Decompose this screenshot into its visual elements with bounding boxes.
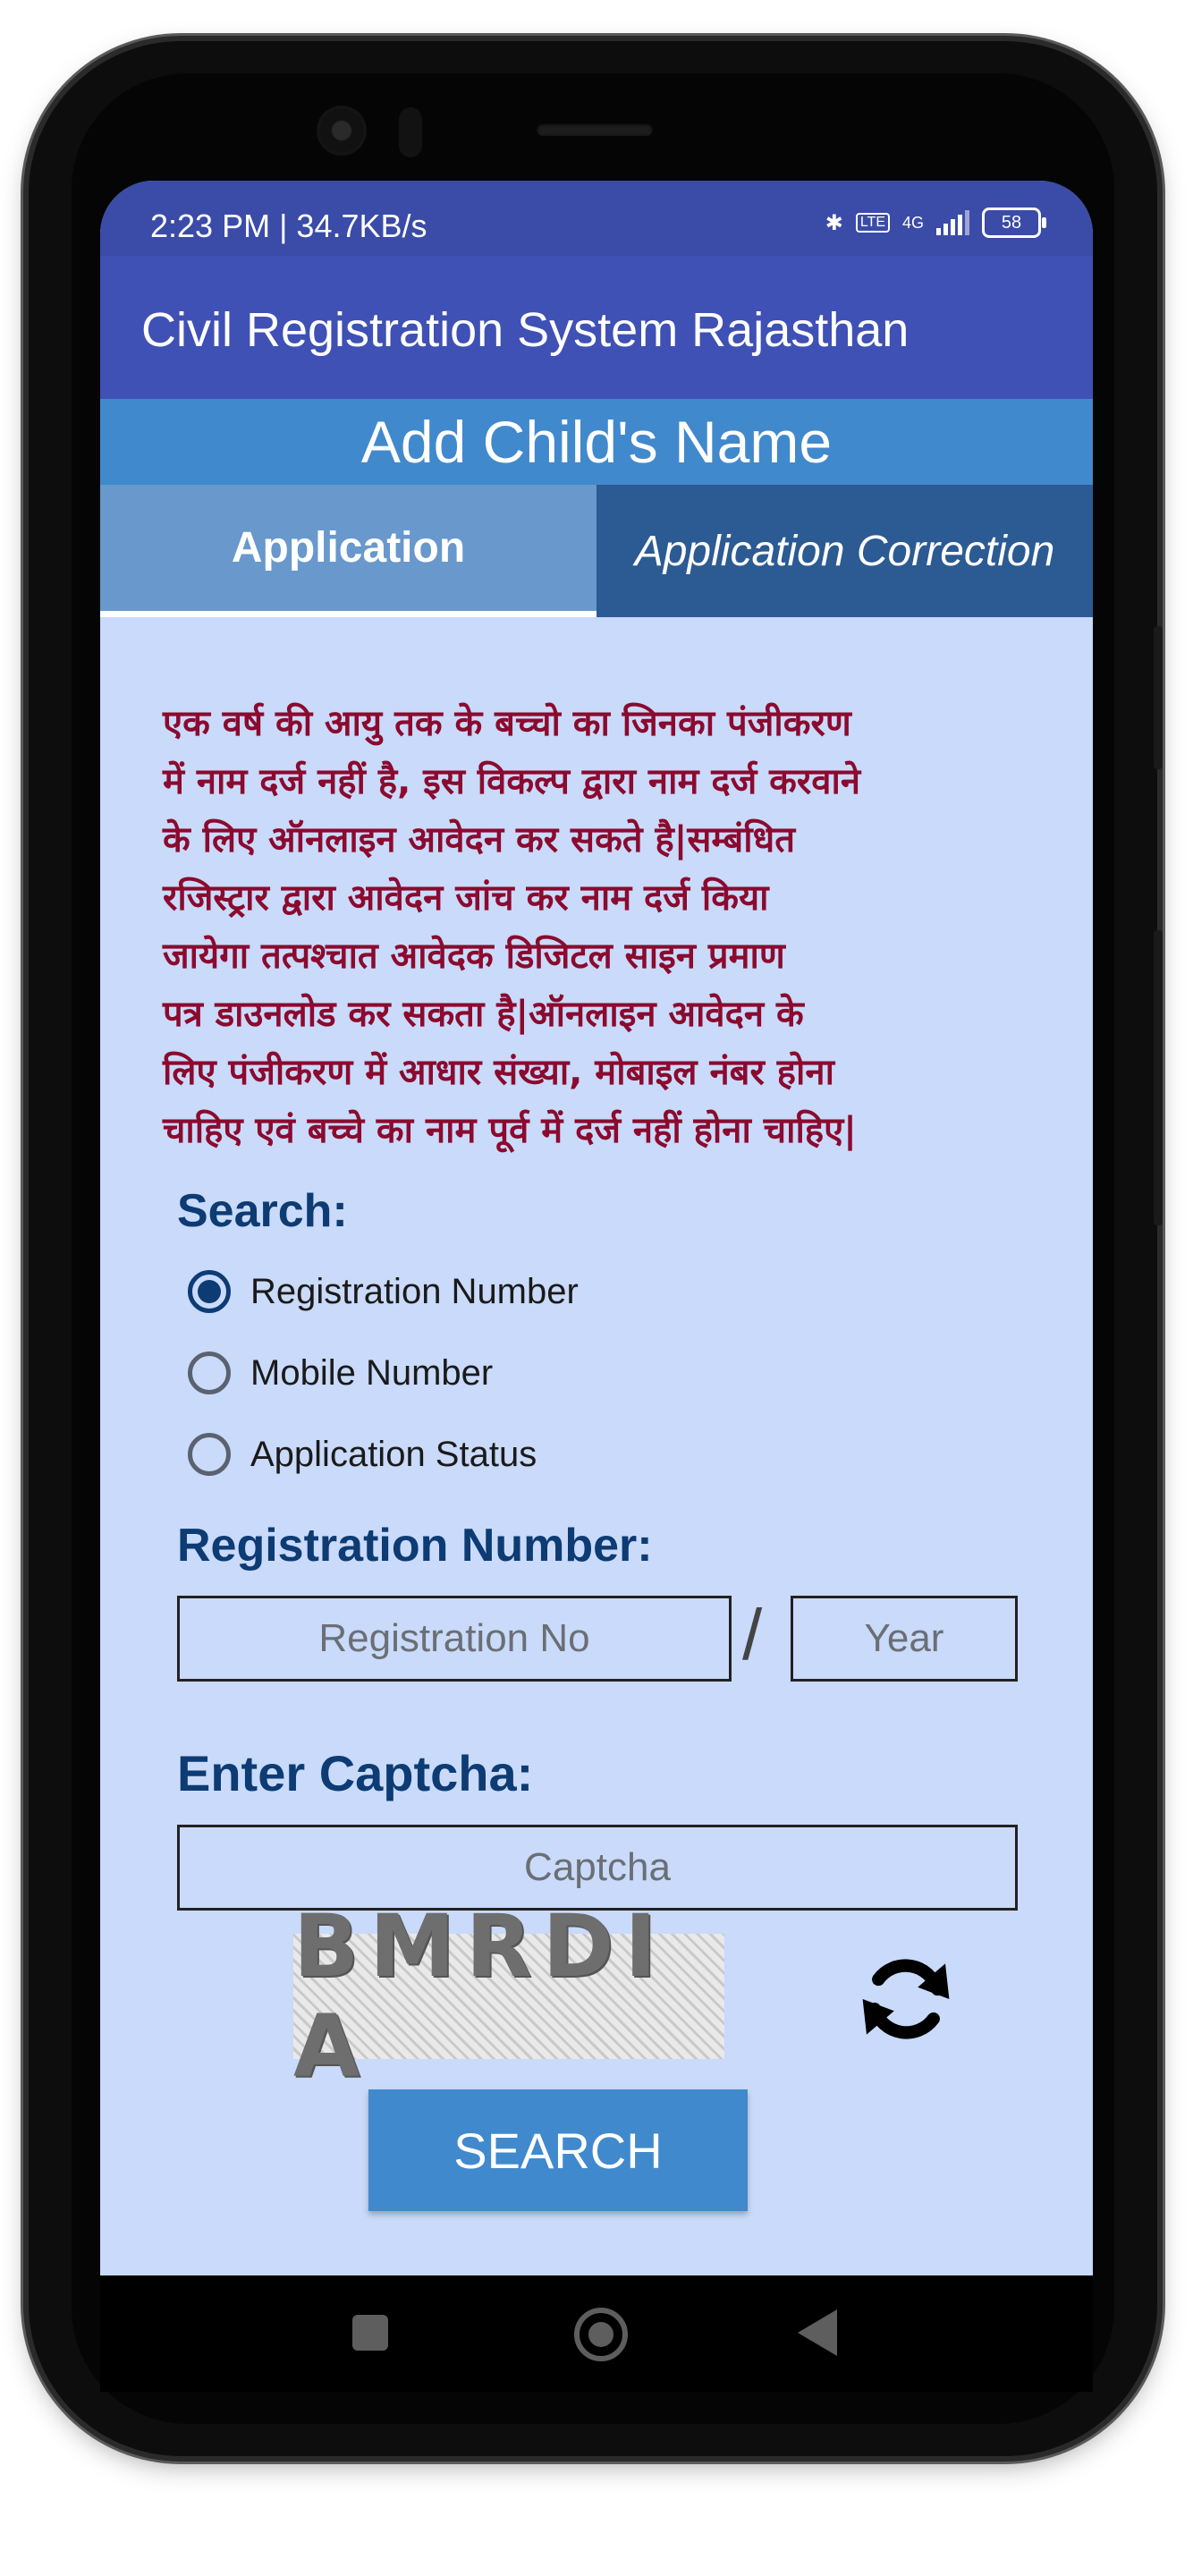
navigation-bar [100,2275,1093,2392]
status-bar: 2:23 PM | 34.7KB/s ✱ LTE 4G 58 [100,181,1093,256]
proximity-sensor [399,107,422,157]
notice-text: एक वर्ष की आयु तक के बच्चो का जिनका पंजी… [163,695,1048,1160]
home-icon[interactable] [574,2308,628,2361]
registration-number-input[interactable]: Registration No [177,1596,732,1682]
volume-button [1154,626,1163,769]
captcha-image: BMRDI A [293,1896,724,2097]
signal-icon [936,210,969,235]
separator: / [742,1595,763,1674]
radio-registration-number[interactable]: Registration Number [188,1270,579,1313]
radio-label: Registration Number [250,1271,579,1311]
search-button[interactable]: SEARCH [368,2089,748,2211]
captcha-label: Enter Captcha: [177,1745,534,1801]
radio-application-status[interactable]: Application Status [188,1433,537,1476]
year-input[interactable]: Year [791,1596,1018,1682]
earpiece-speaker [537,123,653,136]
tab-application-correction[interactable]: Application Correction [596,485,1093,617]
recents-icon[interactable] [352,2315,388,2351]
app-bar: Civil Registration System Rajasthan [100,256,1093,399]
front-camera [320,109,363,152]
notice-line: लिए पंजीकरण में आधार संख्या, मोबाइल नंबर… [163,1052,834,1093]
app-title: Civil Registration System Rajasthan [141,303,910,357]
notice-line: पत्र डाउनलोड कर सकता है|ऑनलाइन आवेदन के [163,994,804,1035]
bluetooth-icon: ✱ [825,210,843,235]
notice-line: एक वर्ष की आयु तक के बच्चो का जिनका पंजी… [163,703,851,744]
radio-button[interactable] [188,1352,231,1394]
page-title: Add Child's Name [100,399,1093,485]
notice-line: जायेगा तत्पश्चात आवेदक डिजिटल साइन प्रमा… [163,936,785,977]
back-icon[interactable] [798,2309,837,2356]
notice-line: में नाम दर्ज नहीं है, इस विकल्प द्वारा न… [163,761,861,802]
radio-label: Mobile Number [250,1352,494,1393]
radio-mobile-number[interactable]: Mobile Number [188,1352,493,1394]
tab-application[interactable]: Application [100,485,596,617]
screen: 2:23 PM | 34.7KB/s ✱ LTE 4G 58 Civil Reg… [100,181,1093,2275]
radio-button[interactable] [188,1433,231,1476]
power-button [1154,930,1163,1225]
notice-line: के लिए ऑनलाइन आवेदन कर सकते है|सम्बंधित [163,819,796,860]
registration-number-label: Registration Number: [177,1520,653,1572]
network-type: 4G [901,213,924,232]
battery-icon: 58 [982,208,1046,238]
status-time: 2:23 PM | 34.7KB/s [150,208,427,244]
notice-line: चाहिए एवं बच्चे का नाम पूर्व में दर्ज नह… [163,1110,857,1151]
search-label: Search: [177,1185,348,1237]
refresh-icon[interactable] [857,1950,955,2048]
status-icons: ✱ LTE 4G 58 [825,208,1046,238]
tab-bar: Application Application Correction [100,485,1093,617]
captcha-text: BMRDI A [293,1896,668,2097]
volte-icon: LTE [855,213,890,233]
radio-label: Application Status [250,1434,537,1474]
notice-line: रजिस्ट्रार द्वारा आवेदन जांच कर नाम दर्ज… [163,877,769,919]
radio-button-selected[interactable] [188,1270,231,1313]
